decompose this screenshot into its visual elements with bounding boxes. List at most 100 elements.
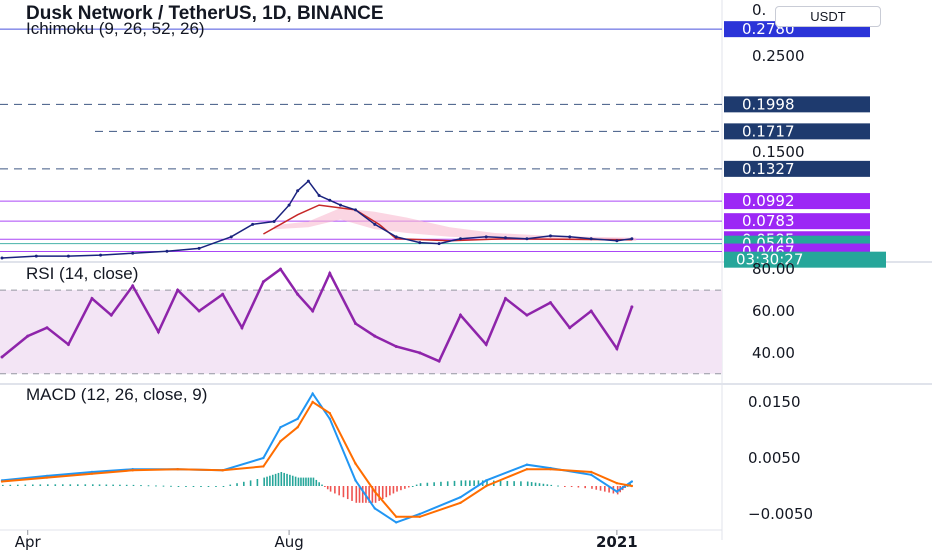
rsi-point [66,342,70,346]
macd-histogram-bar [599,486,602,491]
price-point [287,203,291,207]
macd-pane-label[interactable]: MACD (12, 26, close, 9) [26,385,207,405]
macd-histogram-bar [550,484,553,486]
macd-histogram-bar [54,484,57,486]
price-point [66,254,70,258]
rsi-band [0,290,722,374]
macd-tick-label-0: 0.0150 [748,393,801,411]
price-point [484,235,488,239]
macd-histogram-bar [147,485,150,487]
macd-histogram-bar [389,486,391,496]
signal-point [484,484,488,488]
macd-histogram-bar [155,485,157,487]
rsi-point [589,309,593,313]
macd-histogram-bar [526,481,529,486]
rsi-point [525,313,529,317]
macd-histogram-bar [277,472,280,486]
signal-point [373,490,376,493]
macd-histogram-bar [2,484,4,486]
macd-histogram-bar [305,477,307,486]
rsi-point [156,330,160,334]
macd-histogram-bar [9,484,12,486]
macd-histogram-bar [534,482,537,486]
signal-point [296,426,299,429]
macd-histogram-bar [222,486,225,487]
macd-histogram-bar [286,473,288,486]
price-point [99,253,103,257]
macd-histogram-bar [546,484,549,486]
macd-point [262,456,265,460]
macd-point [328,417,331,420]
macd-histogram-bar [215,486,217,487]
macd-histogram-bar [385,486,388,498]
price-point [630,237,634,241]
price-point [394,235,398,239]
price-point [251,222,255,226]
signal-point [0,480,4,483]
signal-point [90,472,94,475]
macd-point [525,463,529,466]
macd-histogram-bar [506,480,509,486]
macd-histogram-bar [297,477,300,486]
signal-point [131,469,134,472]
macd-histogram-bar [266,476,268,486]
macd-histogram-bar [440,481,442,486]
rsi-point [261,280,265,284]
macd-histogram-bar [446,481,449,486]
signal-point [549,468,552,471]
macd-histogram-bar [289,474,291,486]
currency-button[interactable]: USDT [775,6,881,27]
rsi-point [0,355,4,359]
price-point [229,235,233,239]
macd-histogram-bar [263,477,265,486]
macd-histogram-bar [346,486,349,500]
macd-histogram-bar [570,486,573,487]
price-tick-label-1: 0.2500 [752,47,805,65]
macd-histogram-bar [604,486,606,492]
macd-histogram-bar [426,482,429,486]
macd-histogram-bar [351,486,353,501]
macd-histogram-bar [283,472,285,486]
macd-histogram-bar [530,482,533,486]
macd-histogram-bar [125,484,128,486]
rsi-pane-label[interactable]: RSI (14, close) [26,264,138,284]
rsi-point [394,345,398,349]
macd-histogram-bar [577,486,580,488]
macd-histogram-bar [302,477,305,486]
macd-histogram-bar [307,477,310,486]
macd-histogram-bar [24,484,27,486]
macd-histogram-bar [464,480,467,486]
macd-histogram-bar [342,486,345,498]
price-point [306,179,310,183]
signal-point [45,476,49,479]
rsi-point [615,347,619,351]
signal-point [459,501,462,504]
rsi-point [221,292,225,296]
price-tick-label-2: 0.1500 [752,143,805,161]
signal-point [589,470,593,474]
macd-histogram-bar [119,484,121,486]
price-point [197,246,201,250]
rsi-point [26,334,30,338]
macd-histogram-bar [419,483,422,486]
macd-point [484,479,488,482]
macd-histogram-bar [338,486,340,496]
macd-histogram-bar [207,486,210,487]
ichimoku-cloud [274,208,637,241]
macd-histogram-bar [46,484,49,486]
price-point [589,237,593,241]
indicator-ichimoku-label[interactable]: Ichimoku (9, 26, 52, 26) [26,19,205,39]
price-point [373,222,377,226]
macd-histogram-bar [112,484,114,486]
rsi-point [418,351,422,355]
macd-histogram-bar [513,481,515,486]
macd-histogram-bar [564,486,566,487]
chart-canvas[interactable]: 0.0.25000.15000.27800.19980.17170.13270.… [0,0,932,550]
signal-point [311,400,314,404]
signal-point [279,440,282,443]
macd-point [311,392,314,395]
macd-histogram-bar [473,480,475,486]
macd-histogram-bar [326,486,329,490]
rsi-point [354,322,358,326]
macd-point [395,521,398,524]
